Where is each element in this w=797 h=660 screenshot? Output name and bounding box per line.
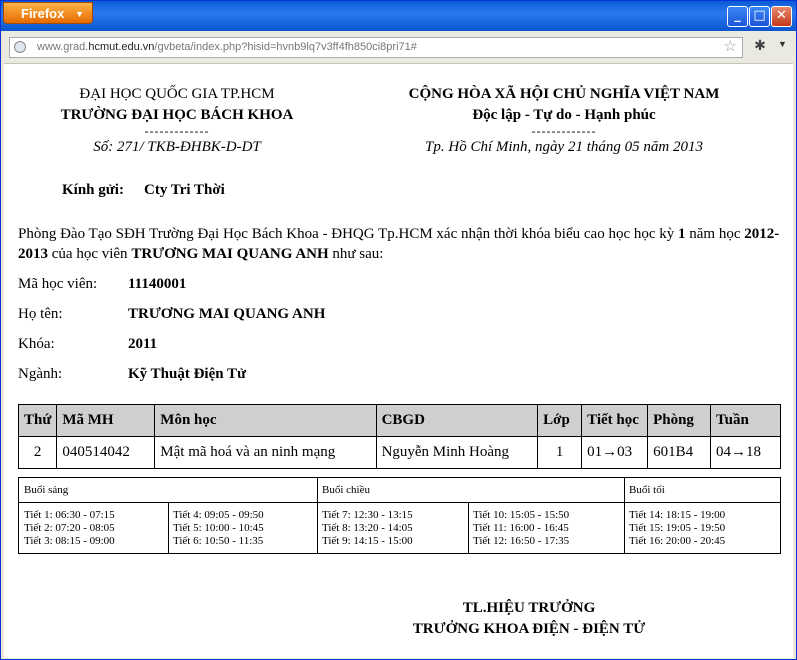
header-right-divider: ------------- — [531, 124, 597, 138]
column-header: Mã MH — [56, 404, 156, 437]
signature-title: TL.HIỆU TRƯỞNG — [462, 600, 596, 616]
addon-bug-icon[interactable]: ✱ — [752, 39, 768, 55]
url-prefix: www.grad. — [37, 41, 89, 53]
intro-text-3: của học viên — [48, 246, 132, 262]
page-content: ĐẠI HỌC QUỐC GIA TP.HCM TRƯỜNG ĐẠI HỌC B… — [4, 64, 793, 658]
period-schedule: Buổi sáng Buổi chiều Buổi tối Tiết 1: 06… — [18, 477, 781, 554]
table-cell: 2 — [17, 436, 58, 469]
column-header: Môn học — [154, 404, 377, 437]
country-name: CỘNG HÒA XÃ HỘI CHỦ NGHĨA VIỆT NAM — [408, 86, 720, 102]
period-time: Tiết 2: 07:20 - 08:05 — [24, 522, 115, 534]
minimize-button[interactable]: _ — [727, 6, 748, 27]
close-icon: ✕ — [776, 8, 787, 23]
column-header: Thứ — [17, 404, 58, 437]
period-time: Tiết 8: 13:20 - 14:05 — [322, 522, 413, 534]
period-time: Tiết 12: 16:50 - 17:35 — [473, 535, 570, 547]
period-time: Tiết 15: 19:05 - 19:50 — [629, 522, 726, 534]
toolbar-dropdown-icon[interactable]: ▼ — [778, 39, 787, 49]
period-time: Tiết 10: 15:05 - 15:50 — [473, 509, 570, 521]
bookmark-star-icon[interactable]: ☆ — [724, 37, 737, 56]
info-value: 11140001 — [128, 276, 187, 292]
chevron-down-icon: ▼ — [75, 9, 84, 19]
column-header: Tiết học — [581, 404, 649, 437]
schedule-column: Tiết 7: 12:30 - 13:15 Tiết 8: 13:20 - 14… — [317, 503, 468, 553]
period-time: Tiết 9: 14:15 - 15:00 — [322, 535, 413, 547]
document-date: Tp. Hồ Chí Minh, ngày 21 tháng 05 năm 20… — [425, 139, 703, 155]
period-time: Tiết 14: 18:15 - 19:00 — [629, 509, 726, 521]
header-left: ĐẠI HỌC QUỐC GIA TP.HCM TRƯỜNG ĐẠI HỌC B… — [32, 84, 322, 158]
schedule-column: Tiết 4: 09:05 - 09:50 Tiết 5: 10:00 - 10… — [168, 503, 317, 553]
info-value: Kỹ Thuật Điện Tử — [128, 366, 247, 382]
schedule-header-afternoon: Buổi chiều — [317, 478, 624, 503]
info-value: 2011 — [128, 336, 158, 352]
period-time: Tiết 7: 12:30 - 13:15 — [322, 509, 413, 521]
intro-text-2: năm học — [685, 226, 745, 242]
close-button[interactable]: ✕ — [771, 6, 792, 27]
minimize-icon: _ — [734, 8, 741, 23]
period-time: Tiết 16: 20:00 - 20:45 — [629, 535, 726, 547]
intro-text-1: Phòng Đào Tạo SĐH Trường Đại Học Bách Kh… — [18, 226, 679, 242]
column-header: Lớp — [537, 404, 583, 437]
intro-paragraph: Phòng Đào Tạo SĐH Trường Đại Học Bách Kh… — [18, 224, 782, 264]
recipient-label: Kính gửi: — [62, 182, 124, 198]
info-label: Ngành: — [18, 366, 63, 382]
firefox-menu-label: Firefox — [21, 6, 65, 21]
table-cell: 01→03 — [581, 436, 649, 469]
table-cell: 040514042 — [56, 436, 156, 469]
site-identity-icon[interactable] — [14, 41, 26, 53]
school-name: TRƯỜNG ĐẠI HỌC BÁCH KHOA — [60, 107, 294, 123]
university-name: ĐẠI HỌC QUỐC GIA TP.HCM — [79, 86, 275, 102]
browser-window: Firefox ▼ _ □ ✕ www.grad.hcmut.edu.vn/gv… — [0, 0, 797, 660]
period-time: Tiết 5: 10:00 - 10:45 — [173, 522, 264, 534]
schedule-header-evening: Buổi tối — [624, 478, 780, 503]
table-cell: 601B4 — [647, 436, 712, 469]
period-time: Tiết 6: 10:50 - 11:35 — [173, 535, 264, 547]
url-bar[interactable]: www.grad.hcmut.edu.vn/gvbeta/index.php?h… — [9, 37, 743, 58]
motto: Độc lập - Tự do - Hạnh phúc — [472, 107, 656, 123]
intro-student: TRƯƠNG MAI QUANG ANH — [131, 246, 329, 262]
info-label: Khóa: — [18, 336, 55, 352]
table-cell: 1 — [537, 436, 583, 469]
table-cell: Nguyễn Minh Hoàng — [375, 436, 539, 469]
schedule-column: Tiết 14: 18:15 - 19:00 Tiết 15: 19:05 - … — [624, 503, 780, 553]
table-row: 2 040514042 Mật mã hoá và an ninh mạng N… — [17, 436, 781, 469]
schedule-column: Tiết 1: 06:30 - 07:15 Tiết 2: 07:20 - 08… — [19, 503, 168, 553]
table-header-row: Thứ Mã MH Môn học CBGD Lớp Tiết học Phòn… — [17, 404, 781, 437]
document-number: Số: 271/ TKB-ĐHBK-D-DT — [93, 139, 261, 155]
maximize-icon: □ — [753, 8, 766, 23]
firefox-menu-button[interactable]: Firefox ▼ — [3, 2, 93, 24]
header-right: CỘNG HÒA XÃ HỘI CHỦ NGHĨA VIỆT NAM Độc l… — [389, 84, 739, 158]
period-time: Tiết 11: 16:00 - 16:45 — [473, 522, 569, 534]
period-time: Tiết 1: 06:30 - 07:15 — [24, 509, 115, 521]
course-table: Thứ Mã MH Môn học CBGD Lớp Tiết học Phòn… — [17, 404, 781, 469]
url-path: /gvbeta/index.php?hisid=hvnb9lq7v3ff4fh8… — [154, 41, 417, 53]
recipient-value: Cty Tri Thời — [144, 182, 225, 198]
info-label: Mã học viên: — [18, 276, 98, 292]
navigation-bar: www.grad.hcmut.edu.vn/gvbeta/index.php?h… — [4, 31, 793, 64]
header-left-divider: ------------- — [144, 124, 210, 138]
intro-text-4: như sau: — [328, 246, 384, 262]
intro-semester: 1 — [678, 226, 686, 242]
signature-block: TL.HIỆU TRƯỞNG TRƯỞNG KHOA ĐIỆN - ĐIỆN T… — [404, 598, 654, 640]
url-domain: hcmut.edu.vn — [88, 41, 155, 53]
title-bar: Firefox ▼ _ □ ✕ — [1, 1, 796, 31]
period-time: Tiết 3: 08:15 - 09:00 — [24, 535, 115, 547]
table-cell: 04→18 — [710, 436, 781, 469]
signature-department: TRƯỞNG KHOA ĐIỆN - ĐIỆN TỬ — [412, 621, 646, 637]
period-time: Tiết 4: 09:05 - 09:50 — [173, 509, 264, 521]
info-label: Họ tên: — [18, 306, 63, 322]
table-cell: Mật mã hoá và an ninh mạng — [154, 436, 377, 469]
recipient: Kính gửi: Cty Tri Thời — [62, 182, 225, 199]
schedule-header-morning: Buổi sáng — [19, 478, 317, 503]
maximize-button[interactable]: □ — [749, 6, 770, 27]
column-header: Phòng — [647, 404, 712, 437]
url-text: www.grad.hcmut.edu.vn/gvbeta/index.php?h… — [37, 38, 417, 57]
column-header: CBGD — [375, 404, 539, 437]
schedule-column: Tiết 10: 15:05 - 15:50 Tiết 11: 16:00 - … — [468, 503, 624, 553]
column-header: Tuần — [710, 404, 781, 437]
info-value: TRƯƠNG MAI QUANG ANH — [128, 306, 326, 322]
